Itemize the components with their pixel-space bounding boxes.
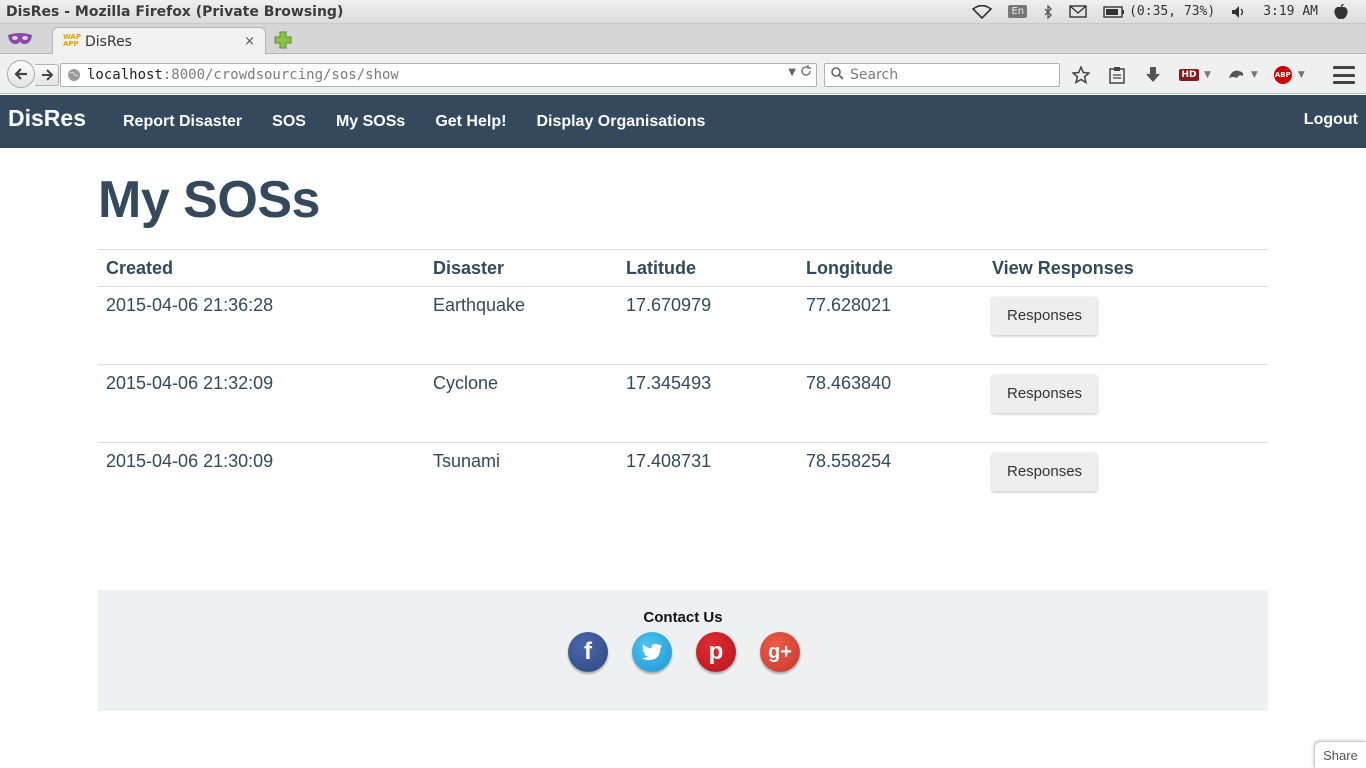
apple-icon[interactable] bbox=[1326, 0, 1356, 24]
battery-icon bbox=[1103, 5, 1125, 18]
nav-display-organisations[interactable]: Display Organisations bbox=[521, 113, 720, 131]
search-bar[interactable]: Search bbox=[824, 63, 1060, 87]
cell-created: 2015-04-06 21:32:09 bbox=[98, 364, 425, 443]
table-row: 2015-04-06 21:36:28 Earthquake 17.670979… bbox=[98, 286, 1268, 365]
responses-button[interactable]: Responses bbox=[992, 453, 1098, 491]
share-button[interactable]: Share bbox=[1314, 741, 1366, 768]
column-header-disaster: Disaster bbox=[425, 249, 618, 287]
url-text[interactable]: localhost:8000/crowdsourcing/sos/show bbox=[87, 67, 399, 83]
cell-latitude: 17.408731 bbox=[626, 451, 712, 471]
plus-icon bbox=[274, 31, 292, 49]
bluetooth-icon[interactable] bbox=[1035, 0, 1061, 24]
column-header-view-responses: View Responses bbox=[984, 249, 1268, 287]
wap-app-favicon-icon: WAP APP bbox=[63, 32, 81, 48]
private-browsing-mask-icon bbox=[6, 28, 34, 50]
social-links: f p g+ bbox=[568, 632, 800, 672]
reading-list-icon[interactable] bbox=[1104, 63, 1130, 87]
sos-table: Created Disaster Latitude Longitude View… bbox=[98, 249, 1268, 521]
close-icon[interactable]: × bbox=[244, 34, 255, 49]
tab-title: DisRes bbox=[85, 33, 132, 50]
os-title-bar: DisRes - Mozilla Firefox (Private Browsi… bbox=[0, 0, 1366, 24]
pinterest-icon[interactable]: p bbox=[696, 632, 736, 672]
logout-link[interactable]: Logout bbox=[1304, 111, 1358, 129]
twitter-icon[interactable] bbox=[632, 632, 672, 672]
table-row: 2015-04-06 21:32:09 Cyclone 17.345493 78… bbox=[98, 364, 1268, 443]
battery-indicator[interactable]: (0:35, 73%) bbox=[1095, 0, 1223, 24]
search-placeholder: Search bbox=[850, 67, 899, 83]
adblock-plus-icon[interactable]: ABP bbox=[1270, 63, 1296, 87]
download-icon[interactable] bbox=[1140, 63, 1166, 87]
chevron-down-icon[interactable]: ▼ bbox=[1298, 70, 1305, 80]
nav-my-soss[interactable]: My SOSs bbox=[321, 113, 420, 131]
footer: Contact Us f p g+ bbox=[98, 590, 1268, 711]
google-plus-icon[interactable]: g+ bbox=[760, 632, 800, 672]
cell-created: 2015-04-06 21:36:28 bbox=[98, 286, 425, 365]
chevron-down-icon[interactable]: ▼ bbox=[1204, 70, 1211, 80]
volume-icon[interactable] bbox=[1223, 0, 1255, 24]
page-title: My SOSs bbox=[98, 171, 320, 229]
site-brand[interactable]: DisRes bbox=[8, 105, 86, 132]
cell-disaster: Tsunami bbox=[433, 451, 501, 471]
ghost-extension-icon[interactable] bbox=[1223, 63, 1249, 87]
battery-text: (0:35, 73%) bbox=[1129, 4, 1216, 19]
table-header-row: Created Disaster Latitude Longitude View… bbox=[98, 249, 1268, 287]
column-header-longitude: Longitude bbox=[798, 249, 984, 287]
cell-disaster: Cyclone bbox=[425, 364, 618, 443]
clock[interactable]: 3:19 AM bbox=[1255, 0, 1326, 24]
contact-us-heading: Contact Us bbox=[643, 609, 723, 626]
cell-view-responses: Responses bbox=[984, 443, 1268, 521]
url-history-dropdown-icon[interactable]: ▼ bbox=[788, 67, 796, 78]
nav-get-help[interactable]: Get Help! bbox=[420, 113, 521, 131]
url-bar[interactable]: localhost:8000/crowdsourcing/sos/show ▼ bbox=[60, 63, 817, 87]
system-tray: En (0:35, 73%) 3:19 AM bbox=[964, 0, 1366, 24]
cell-longitude: 78.558254 bbox=[806, 451, 892, 471]
column-header-created: Created bbox=[98, 249, 425, 287]
keyboard-layout-indicator[interactable]: En bbox=[1000, 0, 1035, 24]
mail-icon[interactable] bbox=[1061, 0, 1095, 24]
cell-latitude: 17.345493 bbox=[618, 364, 798, 443]
cell-disaster: Earthquake bbox=[425, 286, 618, 365]
facebook-icon[interactable]: f bbox=[568, 632, 608, 672]
cell-longitude: 78.463840 bbox=[798, 364, 984, 443]
forward-button[interactable] bbox=[35, 64, 59, 86]
nav-links: Report Disaster SOS My SOSs Get Help! Di… bbox=[108, 95, 720, 148]
cell-view-responses: Responses bbox=[984, 286, 1268, 365]
hd-extension-icon[interactable]: HD bbox=[1176, 63, 1202, 87]
nav-sos[interactable]: SOS bbox=[257, 113, 321, 131]
arrow-left-icon bbox=[14, 68, 27, 80]
arrow-right-icon bbox=[41, 69, 53, 81]
window-title: DisRes - Mozilla Firefox (Private Browsi… bbox=[6, 3, 344, 20]
column-header-latitude: Latitude bbox=[618, 249, 798, 287]
wifi-icon[interactable] bbox=[964, 0, 1000, 24]
responses-button[interactable]: Responses bbox=[992, 375, 1098, 413]
table-row: 2015-04-06 21:30:09 Tsunami 17.408731 78… bbox=[98, 443, 1268, 521]
bookmark-star-icon[interactable] bbox=[1068, 63, 1094, 87]
navigation-toolbar: localhost:8000/crowdsourcing/sos/show ▼ … bbox=[0, 54, 1366, 94]
chevron-down-icon[interactable]: ▼ bbox=[1251, 70, 1258, 80]
responses-button[interactable]: Responses bbox=[992, 297, 1098, 335]
cell-created: 2015-04-06 21:30:09 bbox=[106, 451, 274, 471]
toolbar-icons: HD ▼ ▼ ABP ▼ bbox=[1068, 63, 1317, 87]
cell-longitude: 77.628021 bbox=[798, 286, 984, 365]
search-icon bbox=[831, 67, 844, 83]
cell-latitude: 17.670979 bbox=[618, 286, 798, 365]
tab-disres[interactable]: WAP APP DisRes × bbox=[52, 27, 266, 55]
tab-strip: WAP APP DisRes × bbox=[0, 24, 1366, 55]
globe-icon bbox=[67, 68, 81, 82]
cell-view-responses: Responses bbox=[984, 364, 1268, 443]
site-navbar: DisRes Report Disaster SOS My SOSs Get H… bbox=[0, 95, 1366, 148]
new-tab-button[interactable] bbox=[272, 30, 294, 50]
reload-icon[interactable] bbox=[800, 65, 812, 81]
nav-report-disaster[interactable]: Report Disaster bbox=[108, 113, 257, 131]
hamburger-menu-icon[interactable] bbox=[1333, 66, 1355, 84]
back-button[interactable] bbox=[7, 60, 35, 88]
